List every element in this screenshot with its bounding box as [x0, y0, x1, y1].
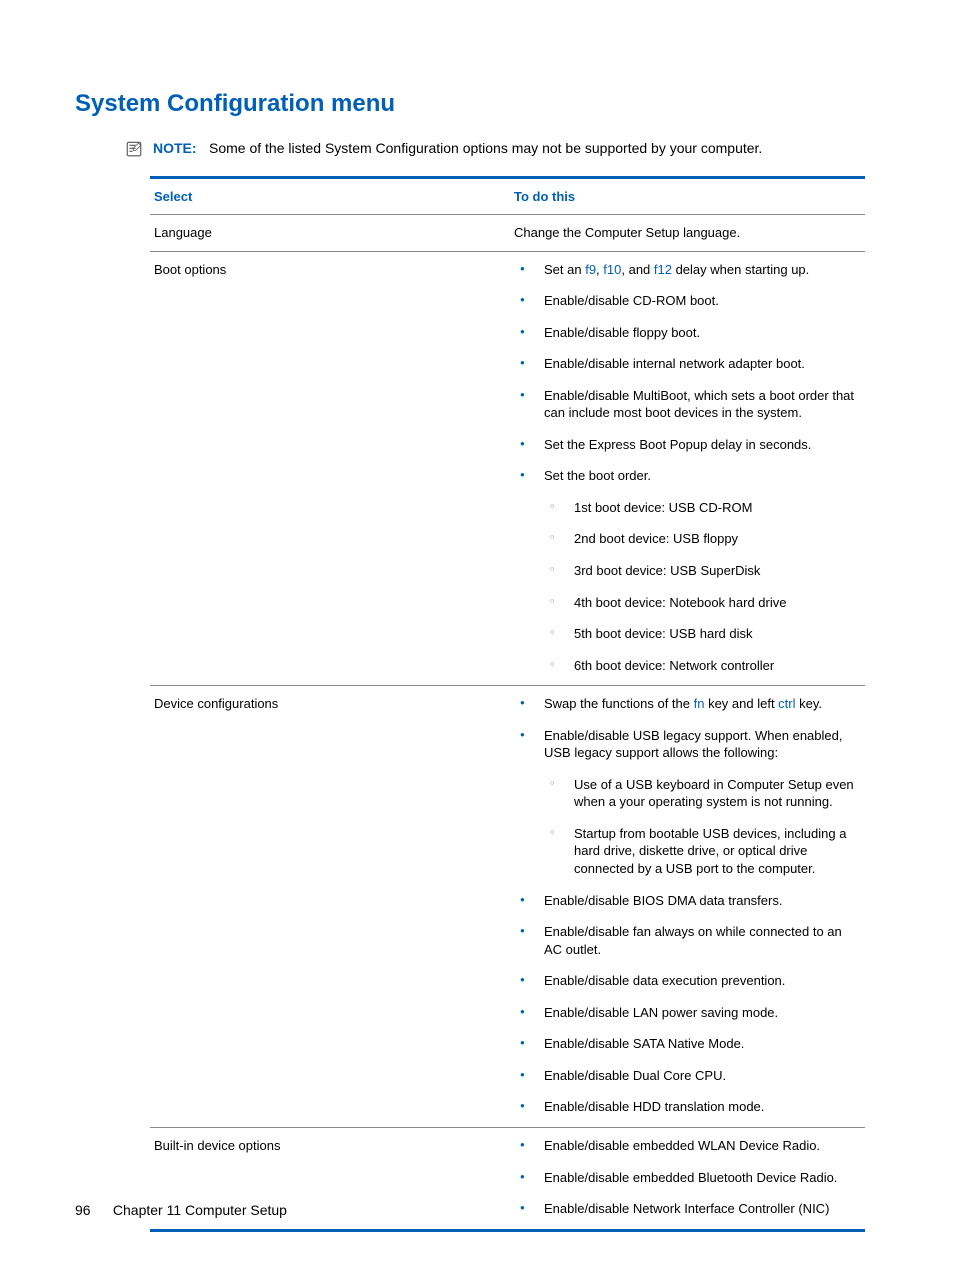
list-item: 5th boot device: USB hard disk: [544, 625, 861, 643]
cell-select: Device configurations: [150, 686, 510, 1128]
text: key and left: [704, 696, 778, 711]
page-number: 96: [75, 1202, 109, 1218]
note-content: NOTE: Some of the listed System Configur…: [153, 140, 762, 158]
key-f12: f12: [654, 262, 672, 277]
list-item: 2nd boot device: USB floppy: [544, 530, 861, 548]
list-item: 6th boot device: Network controller: [544, 657, 861, 675]
table-row: Boot options Set an f9, f10, and f12 del…: [150, 251, 865, 686]
note-icon: [125, 140, 143, 158]
list-item: Enable/disable USB legacy support. When …: [514, 727, 861, 878]
bullet-list: Set an f9, f10, and f12 delay when start…: [514, 261, 861, 675]
list-item: Enable/disable data execution prevention…: [514, 972, 861, 990]
list-item: Enable/disable embedded Bluetooth Device…: [514, 1169, 861, 1187]
text: , and: [621, 262, 654, 277]
note-label: NOTE:: [153, 140, 197, 156]
key-ctrl: ctrl: [778, 696, 795, 711]
cell-todo: Enable/disable embedded WLAN Device Radi…: [510, 1127, 865, 1230]
text: Set the boot order.: [544, 468, 651, 483]
list-item: 3rd boot device: USB SuperDisk: [544, 562, 861, 580]
col-header-todo: To do this: [510, 178, 865, 215]
list-item: Set an f9, f10, and f12 delay when start…: [514, 261, 861, 279]
list-item: Enable/disable HDD translation mode.: [514, 1098, 861, 1116]
text: Enable/disable USB legacy support. When …: [544, 728, 842, 761]
page-footer: 96 Chapter 11 Computer Setup: [75, 1202, 287, 1218]
cell-select: Boot options: [150, 251, 510, 686]
table-row: Language Change the Computer Setup langu…: [150, 215, 865, 252]
key-f10: f10: [603, 262, 621, 277]
list-item: Enable/disable embedded WLAN Device Radi…: [514, 1137, 861, 1155]
list-item: Enable/disable Dual Core CPU.: [514, 1067, 861, 1085]
list-item: Enable/disable SATA Native Mode.: [514, 1035, 861, 1053]
text: Set an: [544, 262, 585, 277]
table-header-row: Select To do this: [150, 178, 865, 215]
list-item: 4th boot device: Notebook hard drive: [544, 594, 861, 612]
col-header-select: Select: [150, 178, 510, 215]
bullet-list: Enable/disable embedded WLAN Device Radi…: [514, 1137, 861, 1218]
table-row: Device configurations Swap the functions…: [150, 686, 865, 1128]
text: delay when starting up.: [672, 262, 809, 277]
text: key.: [796, 696, 823, 711]
chapter-label: Chapter 11 Computer Setup: [113, 1202, 287, 1218]
text: Swap the functions of the: [544, 696, 694, 711]
sub-list: Use of a USB keyboard in Computer Setup …: [544, 776, 861, 878]
list-item: Enable/disable Network Interface Control…: [514, 1200, 861, 1218]
list-item: Use of a USB keyboard in Computer Setup …: [544, 776, 861, 811]
document-page: System Configuration menu NOTE: Some of …: [0, 0, 954, 1270]
list-item: Enable/disable floppy boot.: [514, 324, 861, 342]
list-item: Swap the functions of the fn key and lef…: [514, 695, 861, 713]
note-block: NOTE: Some of the listed System Configur…: [125, 140, 879, 158]
cell-select: Language: [150, 215, 510, 252]
list-item: Set the Express Boot Popup delay in seco…: [514, 436, 861, 454]
cell-todo: Set an f9, f10, and f12 delay when start…: [510, 251, 865, 686]
key-f9: f9: [585, 262, 596, 277]
list-item: Enable/disable fan always on while conne…: [514, 923, 861, 958]
cell-todo: Change the Computer Setup language.: [510, 215, 865, 252]
list-item: Enable/disable MultiBoot, which sets a b…: [514, 387, 861, 422]
note-text: Some of the listed System Configuration …: [209, 140, 762, 156]
key-fn: fn: [694, 696, 705, 711]
list-item: Enable/disable LAN power saving mode.: [514, 1004, 861, 1022]
config-table: Select To do this Language Change the Co…: [150, 176, 865, 1232]
page-title: System Configuration menu: [75, 90, 879, 118]
bullet-list: Swap the functions of the fn key and lef…: [514, 695, 861, 1116]
list-item: Enable/disable internal network adapter …: [514, 355, 861, 373]
list-item: 1st boot device: USB CD-ROM: [544, 499, 861, 517]
sub-list: 1st boot device: USB CD-ROM 2nd boot dev…: [544, 499, 861, 674]
list-item: Enable/disable BIOS DMA data transfers.: [514, 892, 861, 910]
list-item: Enable/disable CD-ROM boot.: [514, 292, 861, 310]
cell-todo: Swap the functions of the fn key and lef…: [510, 686, 865, 1128]
list-item: Startup from bootable USB devices, inclu…: [544, 825, 861, 878]
list-item: Set the boot order. 1st boot device: USB…: [514, 467, 861, 674]
